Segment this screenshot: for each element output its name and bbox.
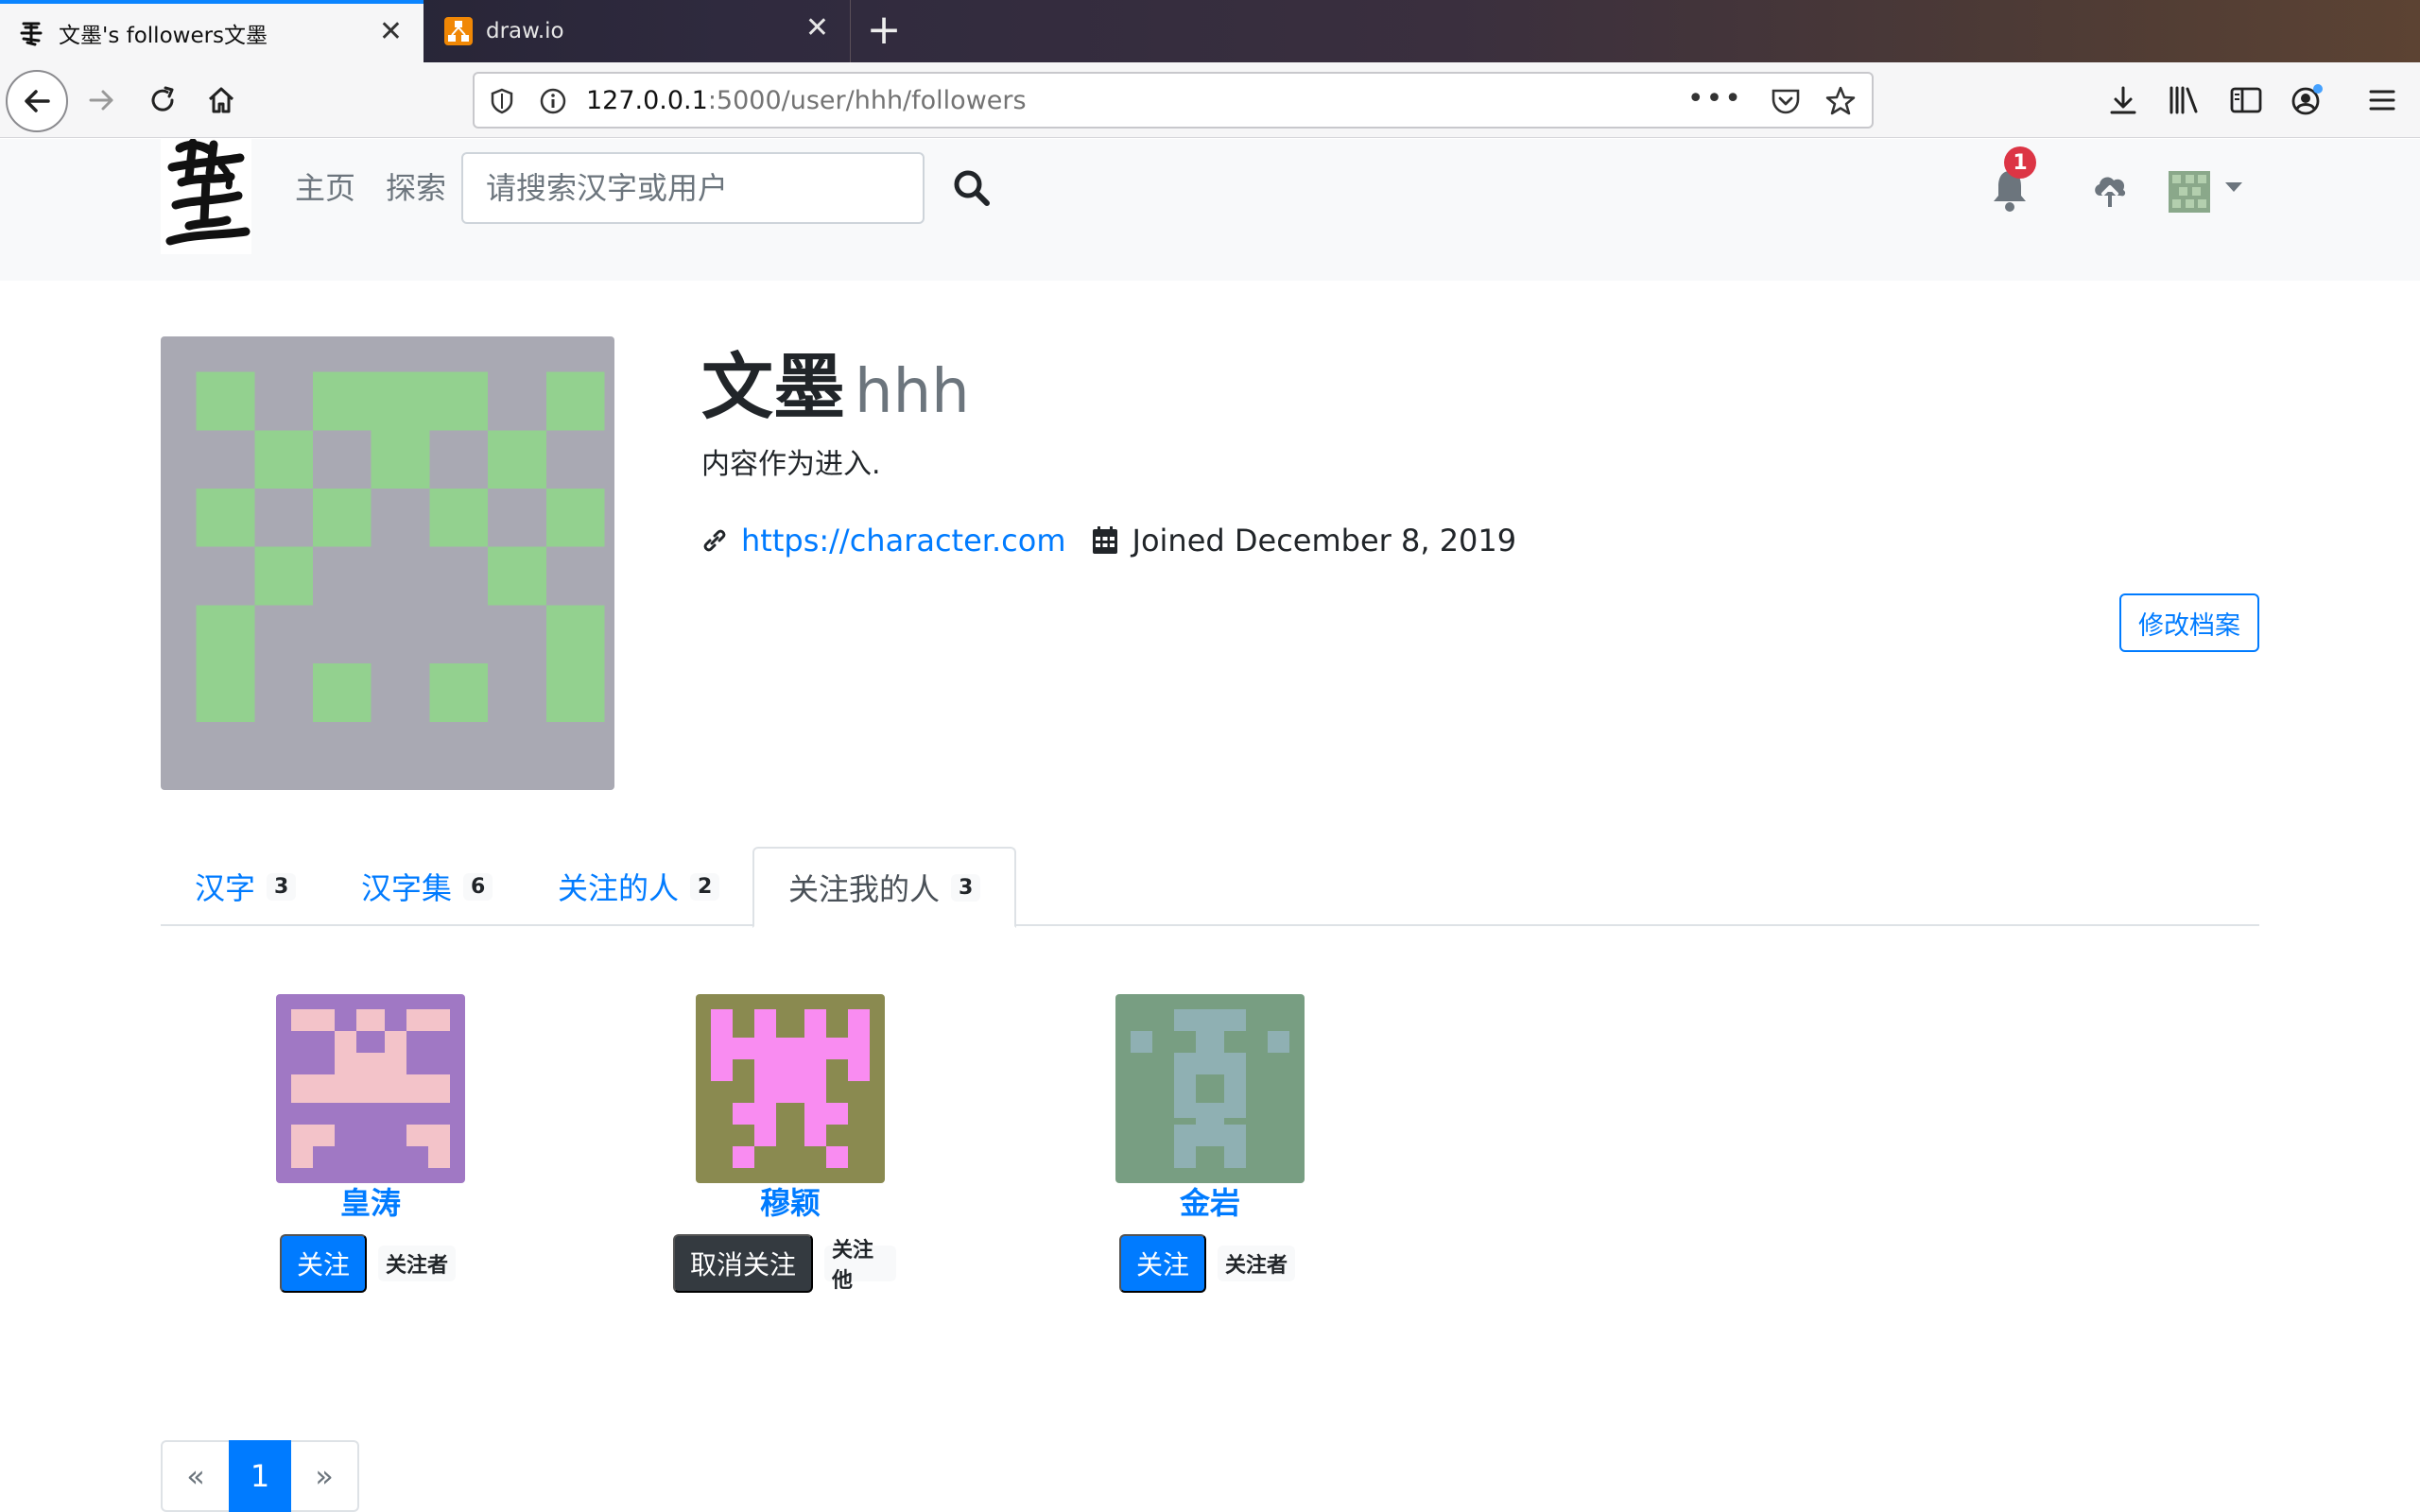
arrow-left-icon <box>25 90 50 112</box>
new-tab-button[interactable]: + <box>862 8 906 53</box>
info-icon[interactable] <box>539 87 567 115</box>
profile-joined-date: Joined December 8, 2019 <box>1132 523 1517 558</box>
pagination-page-current[interactable]: 1 <box>229 1440 291 1512</box>
tab-count-badge: 3 <box>951 873 981 902</box>
url-host: 127.0.0.1 <box>586 86 708 115</box>
more-actions-icon[interactable]: ••• <box>1687 85 1743 113</box>
nav-home[interactable]: 主页 <box>295 169 355 207</box>
user-avatar[interactable] <box>2169 171 2210 213</box>
site-logo[interactable] <box>161 139 251 254</box>
profile-meta: https://character.com Joined December 8,… <box>700 520 1516 561</box>
link-icon <box>703 529 726 552</box>
arrow-right-icon <box>89 90 113 111</box>
follower-avatar[interactable] <box>696 994 885 1183</box>
search-icon[interactable] <box>949 165 994 211</box>
follower-card: 穆颖 取消关注 关注他 <box>631 994 896 1297</box>
download-icon[interactable] <box>2104 81 2142 119</box>
follower-status-badge: 关注者 <box>1218 1246 1296 1281</box>
profile-bio: 内容作为进入. <box>701 448 881 481</box>
url-path: :5000/user/hhh/followers <box>707 86 1027 115</box>
home-icon <box>208 87 234 113</box>
tab-followers[interactable]: 关注我的人 3 <box>752 847 1017 928</box>
pocket-icon[interactable] <box>1770 86 1802 116</box>
ink-brush-icon <box>17 19 45 47</box>
profile-username: hhh <box>855 357 970 427</box>
reload-icon <box>151 86 174 112</box>
tab-label: 汉字集 <box>361 870 453 906</box>
nav-explore[interactable]: 探索 <box>386 169 446 207</box>
follower-avatar[interactable] <box>1115 994 1305 1183</box>
follower-name[interactable]: 金岩 <box>1051 1179 1369 1223</box>
tab-label: 关注的人 <box>558 870 680 906</box>
pagination: « 1 » <box>161 1440 359 1512</box>
home-button[interactable] <box>197 76 246 125</box>
notification-badge: 1 <box>2004 146 2036 179</box>
browser-toolbar: 127.0.0.1:5000/user/hhh/followers ••• <box>0 62 2420 138</box>
profile-title: 文墨 hhh <box>701 340 970 439</box>
pagination-prev[interactable]: « <box>161 1440 229 1512</box>
shield-icon[interactable] <box>488 87 516 115</box>
browser-tab-active[interactable]: 文墨's followers文墨 ✕ <box>0 0 424 62</box>
reload-button[interactable] <box>138 76 187 125</box>
tab-character-sets[interactable]: 汉字集 6 <box>327 847 527 926</box>
edit-profile-button[interactable]: 修改档案 <box>2119 593 2259 652</box>
follower-name[interactable]: 皇涛 <box>212 1179 529 1223</box>
profile-website-link[interactable]: https://character.com <box>741 523 1066 558</box>
forward-button[interactable] <box>78 76 127 125</box>
back-button[interactable] <box>6 70 68 132</box>
follow-button[interactable]: 关注 <box>1119 1234 1206 1293</box>
browser-tab-drawio[interactable]: draw.io ✕ <box>427 0 851 62</box>
tab-title: 文墨's followers文墨 <box>59 24 268 48</box>
follower-avatar[interactable] <box>276 994 465 1183</box>
address-bar[interactable]: 127.0.0.1:5000/user/hhh/followers ••• <box>473 72 1874 129</box>
library-icon[interactable] <box>2165 81 2203 119</box>
tab-count-badge: 3 <box>267 872 297 901</box>
follower-status-badge: 关注他 <box>824 1239 896 1293</box>
site-navbar: 主页 探索 1 <box>0 139 2420 281</box>
search-input[interactable] <box>461 152 925 224</box>
account-icon[interactable] <box>2288 81 2325 119</box>
tab-count-badge: 2 <box>690 872 720 901</box>
tab-following[interactable]: 关注的人 2 <box>524 847 753 926</box>
profile-tabs: 汉字 3 汉字集 6 关注的人 2 关注我的人 3 <box>161 847 2259 928</box>
browser-tab-bar: 文墨's followers文墨 ✕ draw.io ✕ + <box>0 0 2420 62</box>
menu-icon[interactable] <box>2363 81 2401 119</box>
tab-title: draw.io <box>486 19 564 43</box>
sidebar-icon[interactable] <box>2227 81 2265 119</box>
close-tab-icon[interactable]: ✕ <box>805 13 829 43</box>
follower-status-badge: 关注者 <box>378 1246 457 1281</box>
follower-name[interactable]: 穆颖 <box>631 1179 949 1223</box>
unfollow-button[interactable]: 取消关注 <box>673 1234 813 1293</box>
tab-label: 关注我的人 <box>788 871 941 907</box>
close-tab-icon[interactable]: ✕ <box>379 17 403 47</box>
calendar-icon <box>1092 526 1117 554</box>
tab-label: 汉字 <box>195 870 256 906</box>
profile-avatar <box>161 336 614 790</box>
follower-card: 皇涛 关注 关注者 <box>212 994 476 1297</box>
url-text[interactable]: 127.0.0.1:5000/user/hhh/followers <box>586 87 1027 115</box>
bookmark-star-icon[interactable] <box>1824 85 1857 117</box>
profile-display-name: 文墨 <box>701 345 845 429</box>
pagination-next[interactable]: » <box>291 1440 359 1512</box>
follow-button[interactable]: 关注 <box>280 1234 367 1293</box>
cloud-upload-icon[interactable] <box>2089 167 2131 209</box>
chevron-down-icon[interactable] <box>2225 182 2242 192</box>
drawio-icon <box>444 17 473 45</box>
follower-card: 金岩 关注 关注者 <box>1051 994 1316 1297</box>
tab-count-badge: 6 <box>463 872 493 901</box>
tab-characters[interactable]: 汉字 3 <box>161 847 330 926</box>
